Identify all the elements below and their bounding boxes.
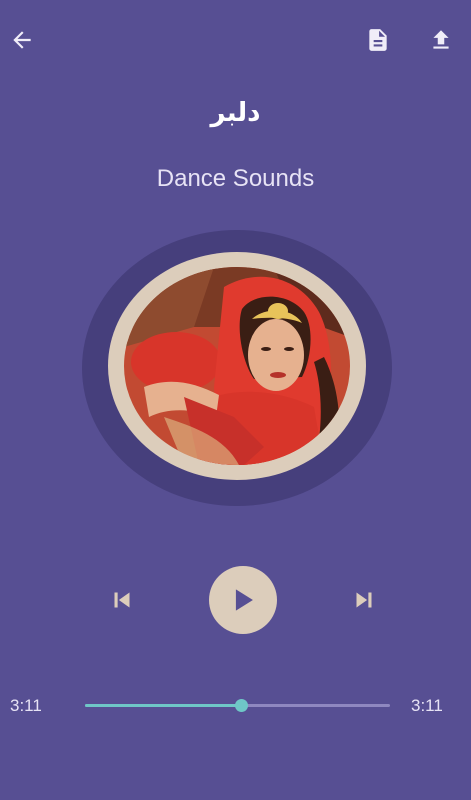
seek-bar-progress [85, 704, 241, 707]
play-icon [235, 589, 253, 611]
arrow-left-icon [13, 31, 31, 49]
document-icon [369, 29, 387, 51]
skip-previous-icon [114, 592, 130, 608]
album-art-image [124, 267, 350, 465]
upload-icon [433, 30, 449, 49]
play-button[interactable] [209, 566, 277, 634]
total-time: 3:11 [411, 696, 443, 715]
song-title: دلبر [210, 98, 261, 128]
seek-bar[interactable] [85, 699, 390, 712]
seek-bar-thumb[interactable] [234, 699, 248, 712]
previous-button[interactable] [100, 578, 144, 622]
back-button[interactable] [2, 20, 42, 60]
document-button[interactable] [358, 20, 398, 60]
next-button[interactable] [342, 578, 386, 622]
elapsed-time: 3:11 [10, 696, 42, 715]
top-bar [0, 0, 471, 80]
album-art [124, 267, 350, 465]
song-subtitle: Dance Sounds [156, 165, 315, 192]
upload-button[interactable] [421, 20, 461, 60]
skip-next-icon [356, 592, 372, 608]
